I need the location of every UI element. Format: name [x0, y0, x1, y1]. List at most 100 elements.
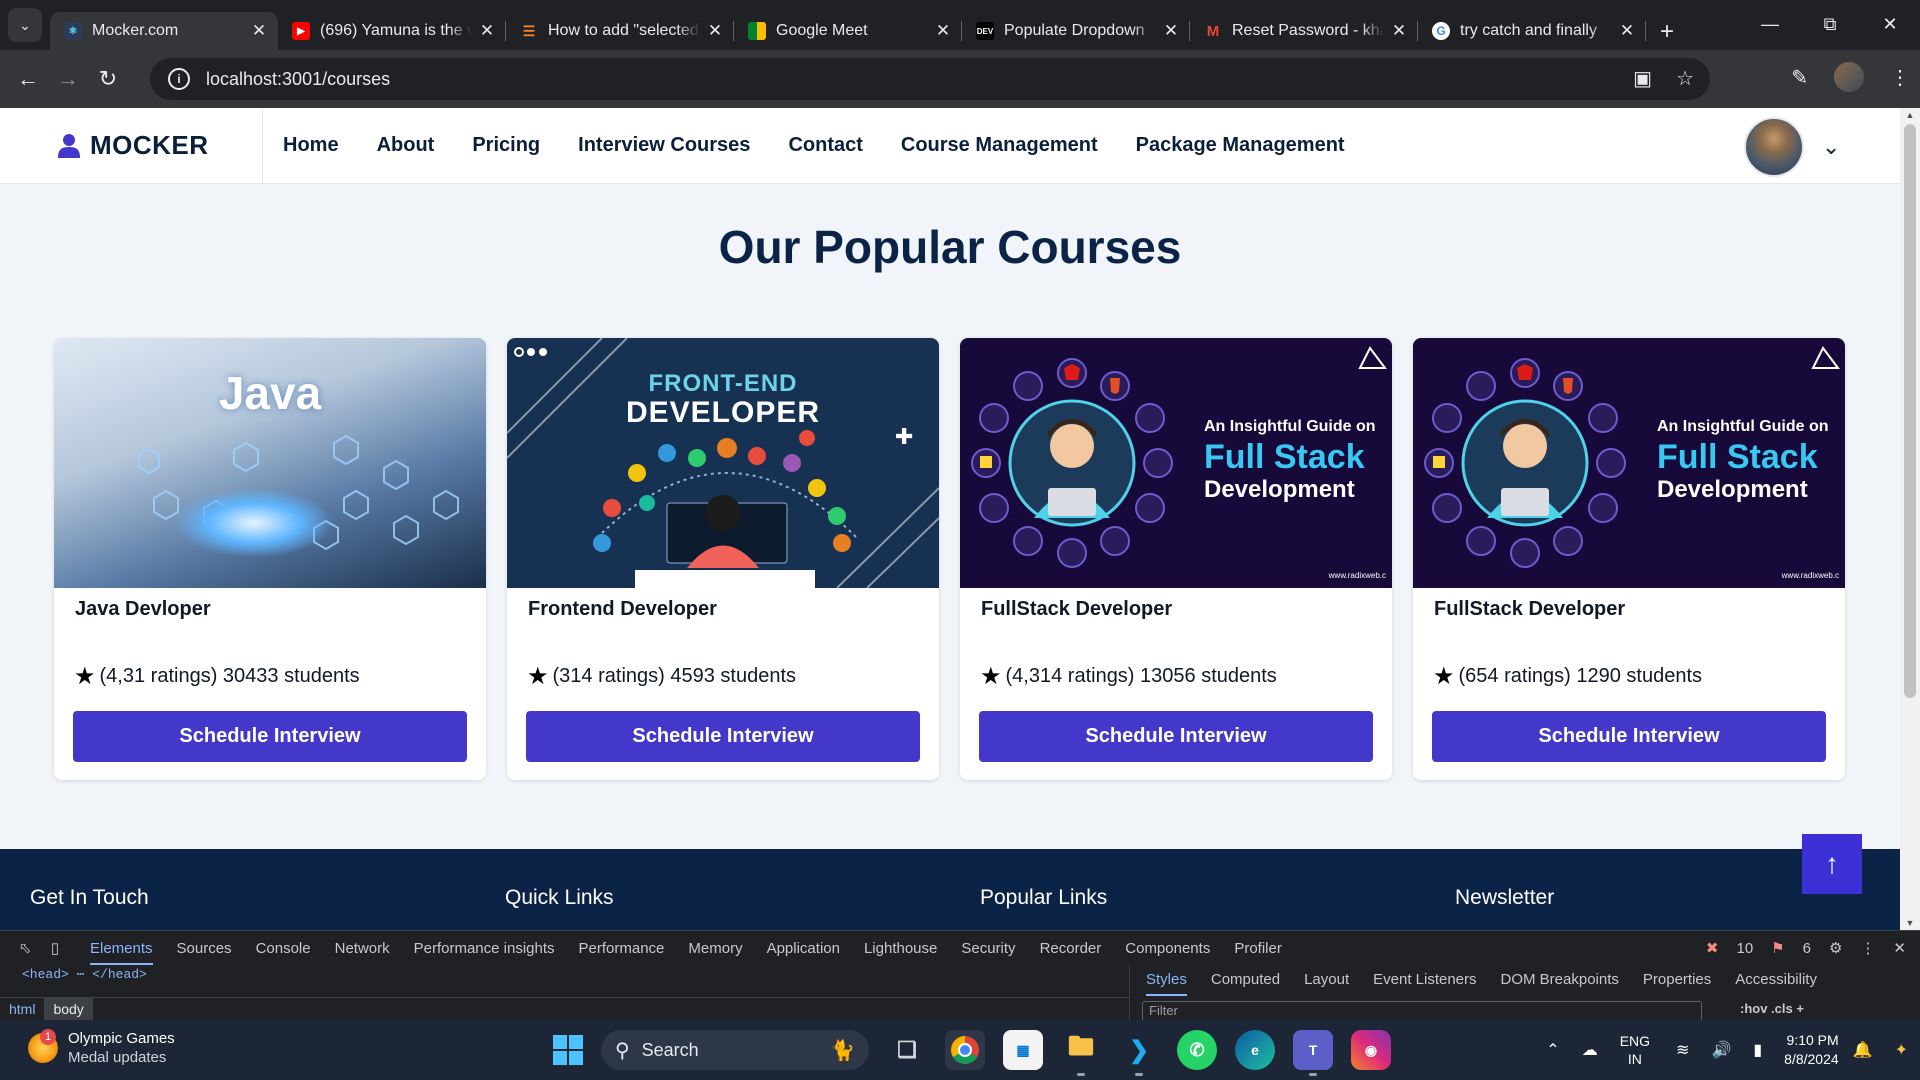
schedule-interview-button[interactable]: Schedule Interview [73, 711, 467, 762]
close-icon[interactable]: ✕ [250, 21, 268, 41]
devtools-tab-network[interactable]: Network [335, 940, 390, 957]
profile-avatar[interactable] [1834, 62, 1864, 92]
language-indicator[interactable]: ENG IN [1620, 1032, 1650, 1068]
vscode-icon[interactable]: ❯ [1119, 1030, 1159, 1076]
show-hidden-icons-icon[interactable]: ⌃ [1546, 1040, 1559, 1060]
new-tab-button[interactable]: + [1660, 18, 1690, 50]
settings-gear-icon[interactable]: ⚙ [1829, 939, 1842, 957]
scroll-down-icon[interactable]: ▼ [1900, 918, 1920, 928]
tab-dev[interactable]: DEV Populate Dropdown ✕ [962, 12, 1190, 50]
extensions-icon[interactable]: ✎ [1791, 65, 1808, 90]
file-explorer-icon[interactable]: 🖿 [1061, 1030, 1101, 1076]
reload-icon[interactable]: ↻ [88, 66, 128, 92]
error-icon[interactable]: ✖ [1706, 939, 1719, 957]
tab-mocker[interactable]: ⚛ Mocker.com ✕ [50, 12, 278, 50]
schedule-interview-button[interactable]: Schedule Interview [526, 711, 920, 762]
tab-dom-breakpoints[interactable]: DOM Breakpoints [1501, 971, 1619, 996]
forward-arrow-icon[interactable]: → [48, 66, 88, 92]
address-bar[interactable]: i localhost:3001/courses ▣ ☆ [150, 58, 1710, 100]
nav-about[interactable]: About [377, 134, 435, 157]
page-scrollbar[interactable]: ▲ ▼ [1900, 108, 1920, 930]
styles-filter-input[interactable]: Filter [1142, 1001, 1702, 1021]
crumb-body[interactable]: body [44, 998, 93, 1021]
nav-pricing[interactable]: Pricing [472, 134, 540, 157]
more-options-icon[interactable]: ⋮ [1860, 939, 1875, 957]
error-count[interactable]: 10 [1736, 940, 1753, 957]
nav-home[interactable]: Home [283, 134, 339, 157]
devtools-tab-recorder[interactable]: Recorder [1040, 940, 1102, 957]
taskbar-search[interactable]: ⚲ Search 🐈 [601, 1030, 869, 1070]
onedrive-icon[interactable]: ☁ [1582, 1040, 1598, 1060]
close-icon[interactable]: ✕ [1162, 21, 1180, 41]
close-icon[interactable]: ✕ [478, 21, 496, 41]
tab-event-listeners[interactable]: Event Listeners [1373, 971, 1476, 996]
minimize-icon[interactable]: — [1740, 0, 1800, 48]
tab-accessibility[interactable]: Accessibility [1735, 971, 1817, 996]
devtools-tab-application[interactable]: Application [767, 940, 840, 957]
site-info-icon[interactable]: i [168, 68, 190, 90]
bookmark-star-icon[interactable]: ☆ [1676, 66, 1694, 91]
devtools-tab-performance[interactable]: Performance [579, 940, 665, 957]
news-widget[interactable]: 1 Olympic Games Medal updates [28, 1029, 175, 1067]
task-view-icon[interactable]: ❏ [887, 1030, 927, 1070]
schedule-interview-button[interactable]: Schedule Interview [1432, 711, 1826, 762]
issues-icon[interactable]: ⚑ [1771, 939, 1784, 957]
dom-node[interactable]: <head> ⋯ </head> [22, 967, 147, 982]
tab-gmail[interactable]: M Reset Password - kha ✕ [1190, 12, 1418, 50]
scroll-to-top-button[interactable]: ↑ [1802, 834, 1862, 894]
install-app-icon[interactable]: ▣ [1633, 66, 1652, 91]
tab-google-search[interactable]: G try catch and finally ✕ [1418, 12, 1646, 50]
schedule-interview-button[interactable]: Schedule Interview [979, 711, 1373, 762]
devtools-tab-elements[interactable]: Elements [90, 932, 153, 965]
copilot-icon[interactable]: ✦ [1895, 1040, 1908, 1060]
windows-start-icon[interactable] [553, 1035, 583, 1065]
chevron-down-icon[interactable]: ⌄ [1822, 134, 1840, 160]
devtools-tab-console[interactable]: Console [256, 940, 311, 957]
tab-google-meet[interactable]: Google Meet ✕ [734, 12, 962, 50]
close-devtools-icon[interactable]: ✕ [1893, 939, 1906, 957]
whatsapp-icon[interactable]: ✆ [1177, 1030, 1217, 1070]
tab-stackoverflow[interactable]: ☰ How to add "selected ✕ [506, 12, 734, 50]
devtools-tab-lighthouse[interactable]: Lighthouse [864, 940, 937, 957]
browser-menu-icon[interactable]: ⋮ [1890, 65, 1910, 90]
tab-styles[interactable]: Styles [1146, 971, 1187, 996]
close-icon[interactable]: ✕ [1390, 21, 1408, 41]
back-arrow-icon[interactable]: ← [8, 66, 48, 92]
nav-contact[interactable]: Contact [788, 134, 862, 157]
styles-toolbar[interactable]: :hov .cls + [1740, 1001, 1804, 1016]
close-icon[interactable]: ✕ [934, 21, 952, 41]
battery-icon[interactable]: ▮ [1753, 1040, 1762, 1060]
nav-package-management[interactable]: Package Management [1136, 134, 1345, 157]
nav-course-management[interactable]: Course Management [901, 134, 1098, 157]
url-text[interactable]: localhost:3001/courses [206, 69, 390, 90]
close-window-icon[interactable]: ✕ [1860, 0, 1920, 48]
crumb-html[interactable]: html [0, 998, 44, 1021]
notifications-bell-icon[interactable]: 🔔 [1853, 1040, 1873, 1060]
tab-layout[interactable]: Layout [1304, 971, 1349, 996]
devtools-tab-sources[interactable]: Sources [177, 940, 232, 957]
tab-computed[interactable]: Computed [1211, 971, 1280, 996]
chrome-icon[interactable] [945, 1030, 985, 1070]
devtools-tab-performance-insights[interactable]: Performance insights [414, 940, 555, 957]
restore-icon[interactable]: ⧉ [1800, 0, 1860, 48]
inspect-element-icon[interactable]: ⬁ [10, 939, 40, 957]
tab-search-button[interactable]: ⌄ [8, 8, 42, 42]
devtools-tab-components[interactable]: Components [1125, 940, 1210, 957]
user-avatar[interactable] [1744, 117, 1804, 177]
wifi-icon[interactable]: ≋ [1676, 1040, 1689, 1060]
microsoft-store-icon[interactable]: ▦ [1003, 1030, 1043, 1070]
nav-interview-courses[interactable]: Interview Courses [578, 134, 750, 157]
devtools-tab-memory[interactable]: Memory [688, 940, 742, 957]
tab-youtube[interactable]: ▶ (696) Yamuna is the v ✕ [278, 12, 506, 50]
scrollbar-thumb[interactable] [1904, 124, 1916, 698]
clock[interactable]: 9:10 PM 8/8/2024 [1784, 1031, 1839, 1069]
tab-properties[interactable]: Properties [1643, 971, 1711, 996]
instagram-icon[interactable]: ◉ [1351, 1030, 1391, 1070]
close-icon[interactable]: ✕ [706, 21, 724, 41]
device-toolbar-icon[interactable]: ▯ [40, 939, 70, 957]
warning-count[interactable]: 6 [1803, 940, 1811, 957]
close-icon[interactable]: ✕ [1618, 21, 1636, 41]
volume-icon[interactable]: 🔊 [1711, 1040, 1731, 1060]
devtools-tab-profiler[interactable]: Profiler [1234, 940, 1282, 957]
devtools-tab-security[interactable]: Security [961, 940, 1015, 957]
